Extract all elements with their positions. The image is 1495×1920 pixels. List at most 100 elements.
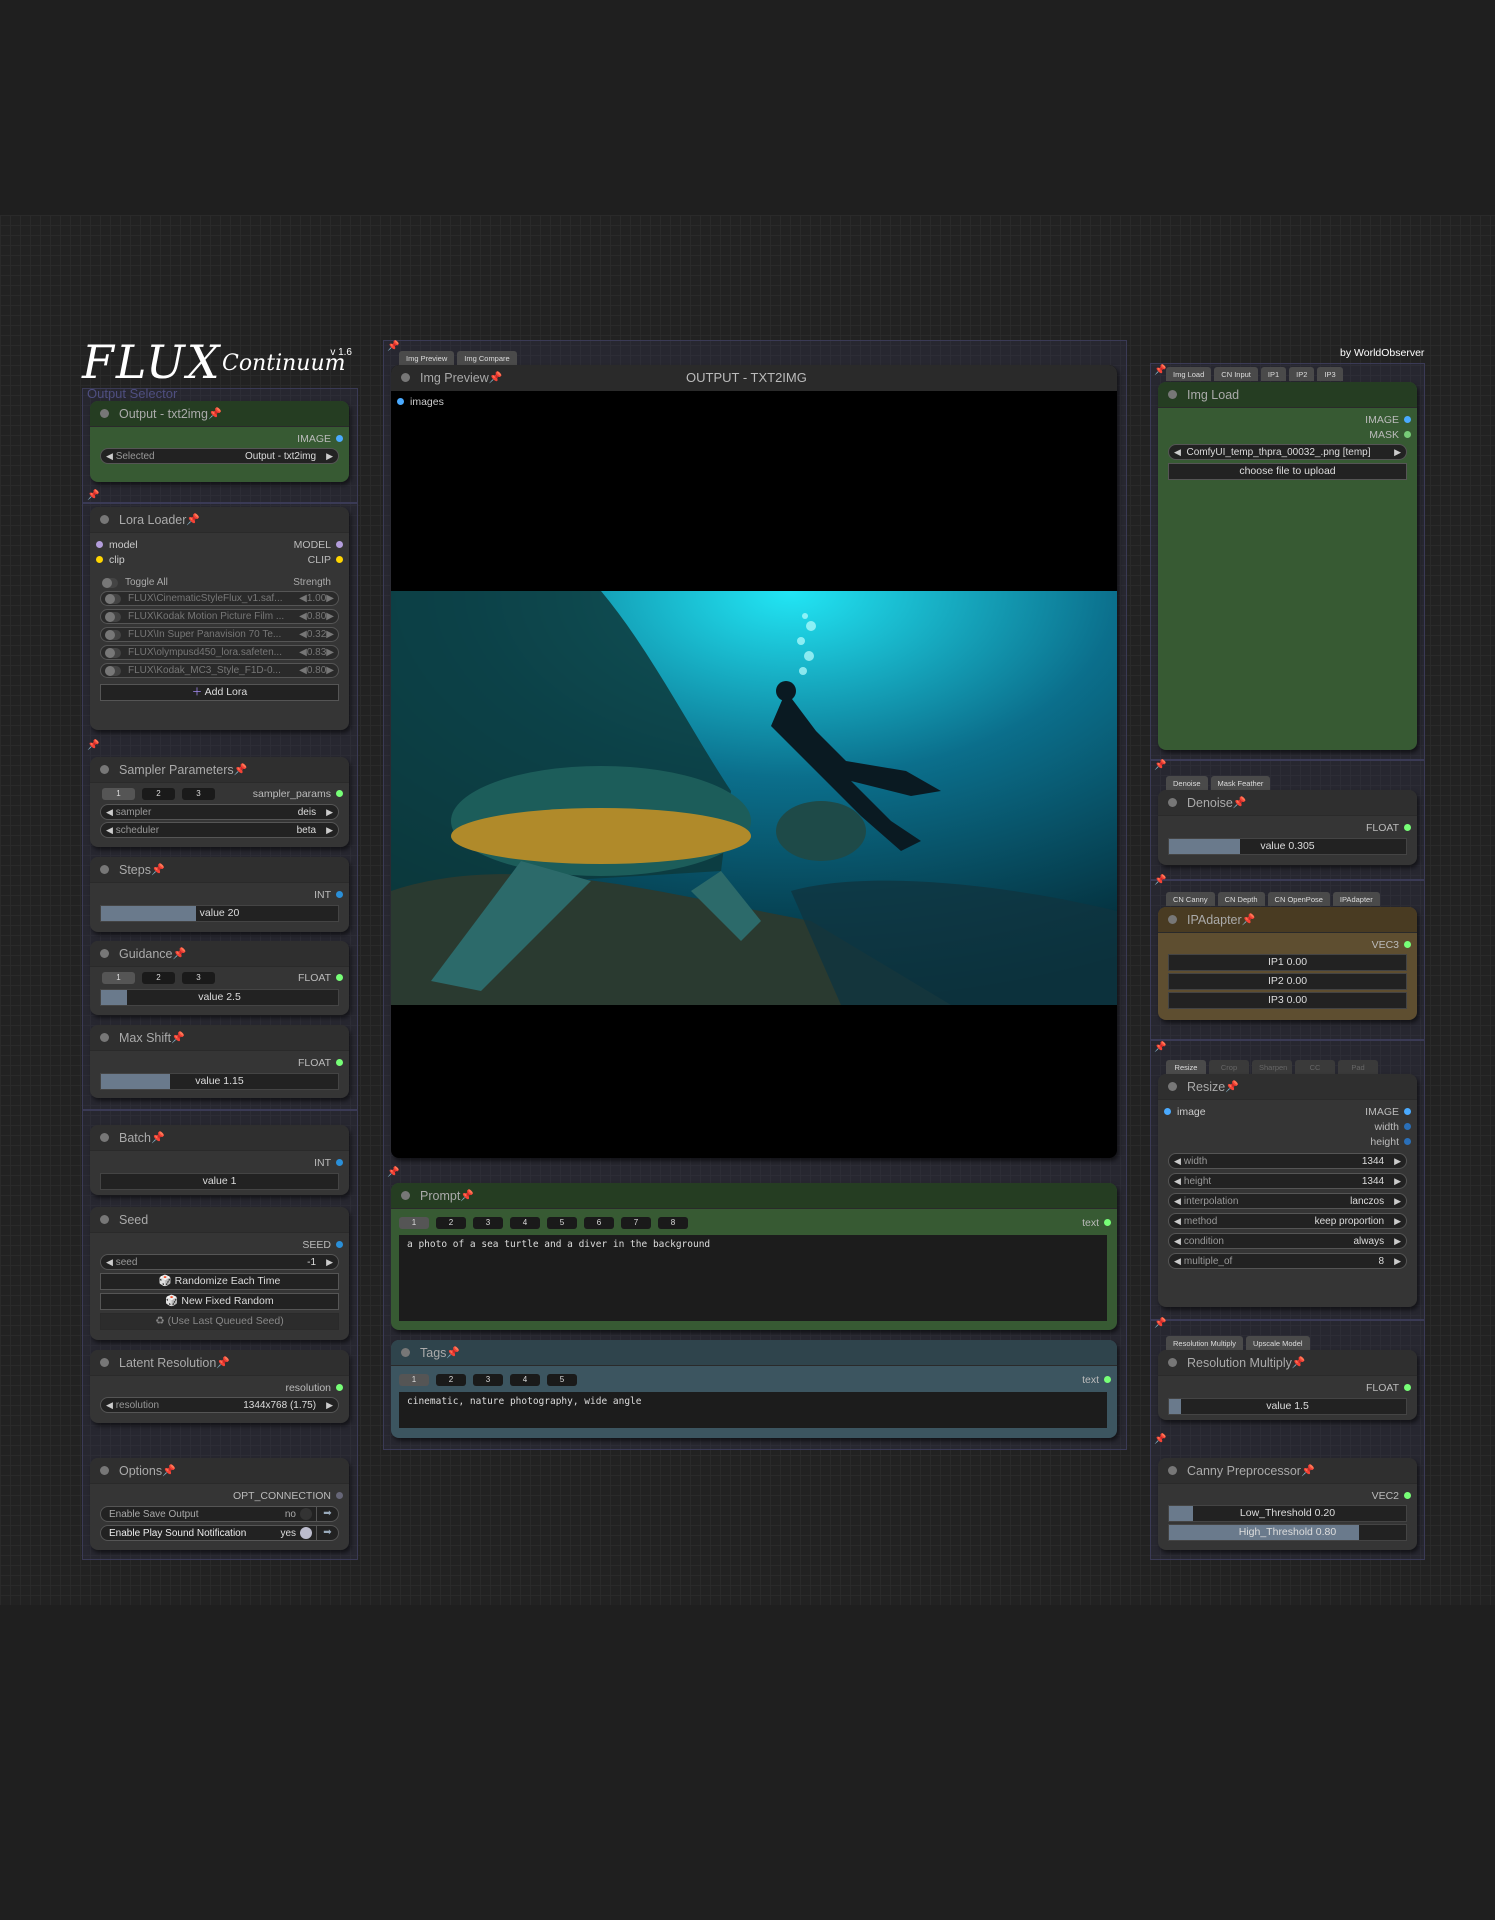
output-slot[interactable] xyxy=(336,974,343,981)
pin-icon[interactable]: 📌 xyxy=(387,1167,399,1178)
pin-icon[interactable]: 📌 xyxy=(1154,1042,1166,1053)
preset-tab-7[interactable]: 7 xyxy=(621,1217,651,1229)
pin-icon[interactable]: 📌 xyxy=(1154,760,1166,771)
steps-slider[interactable]: value 20 xyxy=(100,905,339,922)
output-slot[interactable] xyxy=(1404,824,1411,831)
output-slot[interactable] xyxy=(336,1059,343,1066)
collapse-dot[interactable] xyxy=(100,515,109,524)
pin-icon[interactable]: 📌 xyxy=(1292,1356,1306,1369)
collapse-dot[interactable] xyxy=(100,765,109,774)
input-slot[interactable] xyxy=(96,541,103,548)
width-combo[interactable]: ◀ width 1344 ▶ xyxy=(1168,1153,1407,1169)
collapse-dot[interactable] xyxy=(100,409,109,418)
output-slot[interactable] xyxy=(1404,1123,1411,1130)
preset-tab-2[interactable]: 2 xyxy=(436,1374,466,1386)
preset-tab-3[interactable]: 3 xyxy=(473,1217,503,1229)
tab-denoise[interactable]: Denoise xyxy=(1166,776,1208,790)
lora-row[interactable]: FLUX\Kodak Motion Picture Film ... ◀ 0.80… xyxy=(100,609,339,624)
tab-img-compare[interactable]: Img Compare xyxy=(457,351,517,365)
arrow-left-icon[interactable]: ◀ xyxy=(299,611,307,622)
tab-cn-canny[interactable]: CN Canny xyxy=(1166,892,1215,906)
lora-loader-node[interactable]: Lora Loader 📌 model MODEL clip CLIP Toggle … xyxy=(90,507,349,730)
resolution-multiply-slider[interactable]: value 1.5 xyxy=(1168,1398,1407,1415)
collapse-dot[interactable] xyxy=(1168,1082,1177,1091)
choose-file-button[interactable]: choose file to upload xyxy=(1168,463,1407,480)
output-slot[interactable] xyxy=(336,891,343,898)
preset-tab-3[interactable]: 3 xyxy=(182,788,215,800)
preset-tab-2[interactable]: 2 xyxy=(436,1217,466,1229)
arrow-right-icon[interactable]: ▶ xyxy=(1394,1176,1401,1187)
arrow-right-icon[interactable]: ▶ xyxy=(326,647,334,658)
tab-crop[interactable]: Crop xyxy=(1209,1060,1249,1074)
output-slot[interactable] xyxy=(1104,1219,1111,1226)
max-shift-node[interactable]: Max Shift 📌 FLOAT value 1.15 xyxy=(90,1025,349,1098)
latent-resolution-node[interactable]: Latent Resolution 📌 resolution ◀ resoluti… xyxy=(90,1350,349,1423)
tab-ipadapter[interactable]: IPAdapter xyxy=(1332,892,1380,906)
resize-node[interactable]: Resize 📌 image IMAGE width height ◀ width 13… xyxy=(1158,1074,1417,1307)
preset-tab-8[interactable]: 8 xyxy=(658,1217,688,1229)
lora-toggle[interactable] xyxy=(105,629,121,640)
arrow-right-icon[interactable]: ▶ xyxy=(326,629,334,640)
input-slot[interactable] xyxy=(397,398,404,405)
lora-row[interactable]: FLUX\In Super Panavision 70 Te... ◀ 0.32 … xyxy=(100,627,339,642)
preset-tab-6[interactable]: 6 xyxy=(584,1217,614,1229)
pin-icon[interactable]: 📌 xyxy=(171,1031,185,1044)
multiple-of-combo[interactable]: ◀ multiple_of 8 ▶ xyxy=(1168,1253,1407,1269)
output-slot[interactable] xyxy=(1404,431,1411,438)
batch-node[interactable]: Batch 📌 INT value 1 xyxy=(90,1125,349,1195)
output-slot[interactable] xyxy=(336,790,343,797)
use-last-queued-seed-button[interactable]: ♻ (Use Last Queued Seed) xyxy=(100,1313,339,1330)
denoise-node[interactable]: Denoise 📌 FLOAT value 0.305 xyxy=(1158,790,1417,865)
tab-resolution-multiply[interactable]: Resolution Multiply xyxy=(1166,1336,1243,1350)
tab-pad[interactable]: Pad xyxy=(1338,1060,1378,1074)
resolution-multiply-node[interactable]: Resolution Multiply 📌 FLOAT value 1.5 xyxy=(1158,1350,1417,1420)
scheduler-combo[interactable]: ◀ scheduler beta ▶ xyxy=(100,822,339,838)
collapse-dot[interactable] xyxy=(100,1133,109,1142)
pin-icon[interactable]: 📌 xyxy=(446,1346,460,1359)
input-slot[interactable] xyxy=(96,556,103,563)
pin-icon[interactable]: 📌 xyxy=(489,371,503,384)
steps-node[interactable]: Steps 📌 INT value 20 xyxy=(90,857,349,932)
interpolation-combo[interactable]: ◀ interpolation lanczos ▶ xyxy=(1168,1193,1407,1209)
collapse-dot[interactable] xyxy=(1168,1358,1177,1367)
new-fixed-random-button[interactable]: 🎲 New Fixed Random xyxy=(100,1293,339,1310)
tab-mask-feather[interactable]: Mask Feather xyxy=(1210,776,1271,790)
condition-combo[interactable]: ◀ condition always ▶ xyxy=(1168,1233,1407,1249)
lora-toggle[interactable] xyxy=(105,665,121,676)
lora-row[interactable]: FLUX\olympusd450_lora.safeten... ◀ 0.83 ▶ xyxy=(100,645,339,660)
arrow-right-icon[interactable]: ➡ xyxy=(316,1526,338,1540)
arrow-left-icon[interactable]: ◀ xyxy=(1174,1256,1181,1267)
output-node[interactable]: Output - txt2img 📌 IMAGE ◀ Selected Output… xyxy=(90,401,349,482)
canny-preprocessor-node[interactable]: Canny Preprocessor 📌 VEC2 Low_Threshold 0… xyxy=(1158,1458,1417,1550)
arrow-right-icon[interactable]: ➡ xyxy=(316,1507,338,1521)
resolution-combo[interactable]: ◀ resolution 1344x768 (1.75) ▶ xyxy=(100,1397,339,1413)
image-file-combo[interactable]: ◀ ComfyUI_temp_thpra_00032_.png [temp] ▶ xyxy=(1168,444,1407,460)
tab-ip1[interactable]: IP1 xyxy=(1260,367,1287,381)
lora-row[interactable]: FLUX\Kodak_MC3_Style_F1D-0... ◀ 0.80 ▶ xyxy=(100,663,339,678)
arrow-left-icon[interactable]: ◀ xyxy=(1174,1236,1181,1247)
pin-icon[interactable]: 📌 xyxy=(1233,796,1247,809)
preset-tab-2[interactable]: 2 xyxy=(142,972,175,984)
output-slot[interactable] xyxy=(336,1492,343,1499)
input-slot[interactable] xyxy=(1164,1108,1171,1115)
arrow-right-icon[interactable]: ▶ xyxy=(1394,1236,1401,1247)
output-slot[interactable] xyxy=(1404,1138,1411,1145)
preset-tab-4[interactable]: 4 xyxy=(510,1374,540,1386)
high-threshold-slider[interactable]: High_Threshold 0.80 xyxy=(1168,1524,1407,1541)
preview-image[interactable] xyxy=(391,591,1117,1005)
tab-img-preview[interactable]: Img Preview xyxy=(399,351,455,365)
arrow-left-icon[interactable]: ◀ xyxy=(299,629,307,640)
output-slot[interactable] xyxy=(336,1384,343,1391)
pin-icon[interactable]: 📌 xyxy=(151,863,165,876)
arrow-right-icon[interactable]: ▶ xyxy=(326,593,334,604)
tab-cn-input[interactable]: CN Input xyxy=(1214,367,1258,381)
ipadapter-node[interactable]: IPAdapter 📌 VEC3 IP1 0.00 IP2 0.00 IP3 0.… xyxy=(1158,907,1417,1020)
pin-icon[interactable]: 📌 xyxy=(151,1131,165,1144)
collapse-dot[interactable] xyxy=(1168,915,1177,924)
pin-icon[interactable]: 📌 xyxy=(186,513,200,526)
arrow-right-icon[interactable]: ▶ xyxy=(1394,1256,1401,1267)
arrow-right-icon[interactable]: ▶ xyxy=(1394,1196,1401,1207)
lora-toggle[interactable] xyxy=(105,593,121,604)
arrow-left-icon[interactable]: ◀ xyxy=(299,647,307,658)
output-slot[interactable] xyxy=(1404,1492,1411,1499)
